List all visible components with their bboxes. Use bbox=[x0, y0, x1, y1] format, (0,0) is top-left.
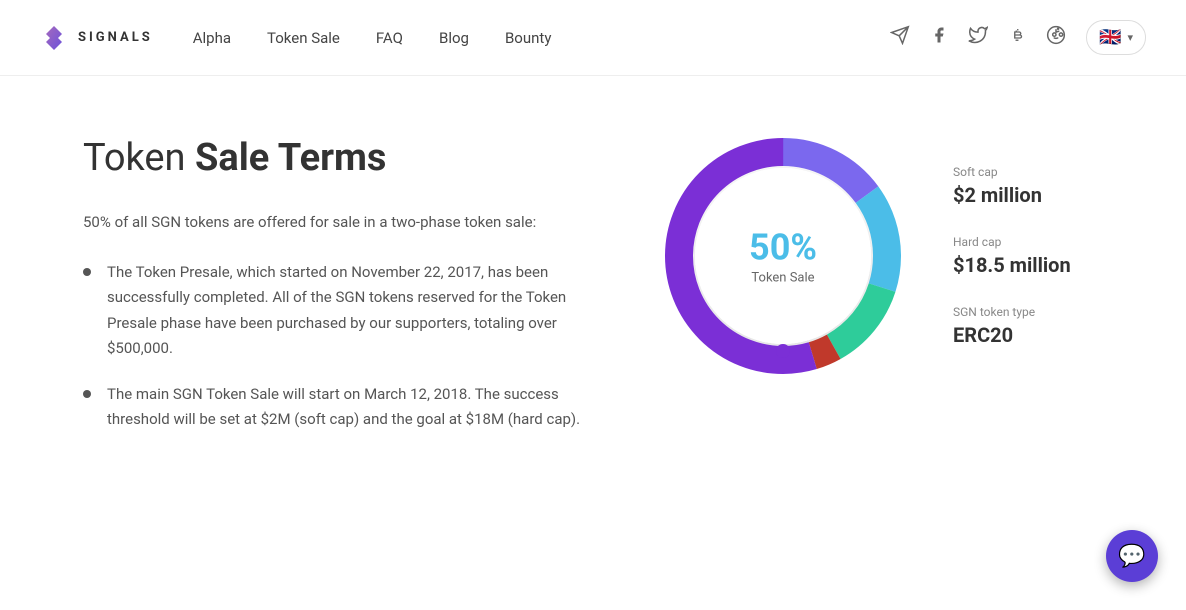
logo[interactable]: SIGNALS bbox=[40, 24, 153, 52]
title-bold: Sale Terms bbox=[195, 136, 386, 180]
flag-icon: 🇬🇧 bbox=[1099, 27, 1121, 48]
twitter-icon[interactable] bbox=[968, 25, 988, 50]
soft-cap-label: Soft cap bbox=[953, 165, 1071, 179]
language-selector[interactable]: 🇬🇧 ▾ bbox=[1086, 20, 1146, 55]
nav-token-sale[interactable]: Token Sale bbox=[267, 29, 340, 47]
main-content: Token Sale Terms 50% of all SGN tokens a… bbox=[43, 76, 1143, 513]
hard-cap-value: $18.5 million bbox=[953, 253, 1071, 277]
bullet-text-1: The Token Presale, which started on Nove… bbox=[107, 260, 603, 362]
bullet-text-2: The main SGN Token Sale will start on Ma… bbox=[107, 382, 603, 433]
right-column: 50% Token Sale Soft cap $2 million Hard … bbox=[663, 136, 1071, 376]
navbar: SIGNALS Alpha Token Sale FAQ Blog Bounty bbox=[0, 0, 1186, 76]
donut-chart: 50% Token Sale bbox=[663, 136, 903, 376]
chat-icon: 💬 bbox=[1118, 544, 1145, 569]
reddit-icon[interactable] bbox=[1046, 25, 1066, 50]
bullet-dot bbox=[83, 390, 91, 398]
stat-token-type: SGN token type ERC20 bbox=[953, 305, 1071, 347]
donut-label: Token Sale bbox=[749, 271, 817, 286]
stats-column: Soft cap $2 million Hard cap $18.5 milli… bbox=[953, 165, 1071, 347]
list-item: The Token Presale, which started on Nove… bbox=[83, 260, 603, 362]
telegram-icon[interactable] bbox=[890, 25, 910, 50]
nav-right: 🇬🇧 ▾ bbox=[890, 20, 1146, 55]
facebook-icon[interactable] bbox=[930, 26, 948, 49]
nav-alpha[interactable]: Alpha bbox=[193, 29, 231, 47]
donut-center: 50% Token Sale bbox=[749, 227, 817, 286]
description-text: 50% of all SGN tokens are offered for sa… bbox=[83, 210, 603, 236]
bullet-list: The Token Presale, which started on Nove… bbox=[83, 260, 603, 433]
nav-links: Alpha Token Sale FAQ Blog Bounty bbox=[193, 29, 890, 47]
logo-text: SIGNALS bbox=[78, 30, 153, 45]
title-regular: Token bbox=[83, 136, 195, 180]
token-type-label: SGN token type bbox=[953, 305, 1071, 319]
list-item: The main SGN Token Sale will start on Ma… bbox=[83, 382, 603, 433]
nav-bounty[interactable]: Bounty bbox=[505, 29, 551, 47]
hard-cap-label: Hard cap bbox=[953, 235, 1071, 249]
nav-blog[interactable]: Blog bbox=[439, 29, 469, 47]
left-column: Token Sale Terms 50% of all SGN tokens a… bbox=[83, 136, 603, 453]
stat-soft-cap: Soft cap $2 million bbox=[953, 165, 1071, 207]
chevron-down-icon: ▾ bbox=[1127, 31, 1133, 44]
stat-hard-cap: Hard cap $18.5 million bbox=[953, 235, 1071, 277]
donut-percentage: 50% bbox=[749, 227, 817, 269]
page-title: Token Sale Terms bbox=[83, 136, 603, 180]
bitcoin-icon[interactable] bbox=[1008, 26, 1026, 49]
bullet-dot bbox=[83, 268, 91, 276]
token-type-value: ERC20 bbox=[953, 323, 1071, 347]
nav-faq[interactable]: FAQ bbox=[376, 29, 403, 47]
chat-bubble-button[interactable]: 💬 bbox=[1106, 530, 1158, 582]
soft-cap-value: $2 million bbox=[953, 183, 1071, 207]
